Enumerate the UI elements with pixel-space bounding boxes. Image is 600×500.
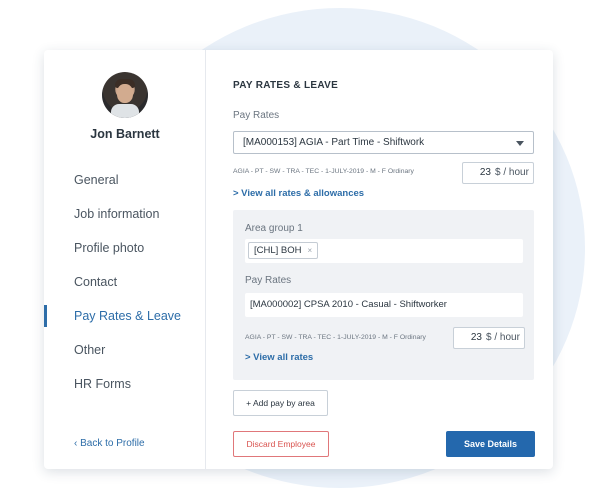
- avatar-shirt: [111, 104, 139, 118]
- area-pay-rates-label: Pay Rates: [245, 275, 292, 286]
- area-tag-input[interactable]: [CHL] BOH ×: [245, 239, 523, 263]
- sidebar-item-pay-rates-leave[interactable]: Pay Rates & Leave: [44, 303, 206, 337]
- sidebar-item-other[interactable]: Other: [44, 337, 206, 371]
- discard-employee-button[interactable]: Discard Employee: [233, 431, 329, 457]
- area-group-panel: Area group 1 [CHL] BOH × Pay Rates [MA000…: [233, 210, 534, 380]
- hourly-rate-field[interactable]: 23 $ / hour: [462, 162, 534, 184]
- area-pay-rate-field[interactable]: [MA000002] CPSA 2010 - Casual - Shiftwor…: [245, 293, 523, 317]
- add-pay-by-area-button[interactable]: + Add pay by area: [233, 390, 328, 416]
- pay-rate-meta: AGIA - PT - SW - TRA - TEC - 1-JULY-2019…: [233, 168, 414, 175]
- employee-card: Jon Barnett General Job information Prof…: [44, 50, 553, 469]
- avatar-face: [117, 84, 133, 103]
- remove-tag-icon[interactable]: ×: [308, 246, 313, 255]
- sidebar: Jon Barnett General Job information Prof…: [44, 50, 206, 469]
- main-content: PAY RATES & LEAVE Pay Rates [MA000153] A…: [206, 50, 553, 469]
- save-details-button[interactable]: Save Details: [446, 431, 535, 457]
- sidebar-item-hr-forms[interactable]: HR Forms: [44, 371, 206, 405]
- sidebar-item-profile-photo[interactable]: Profile photo: [44, 235, 206, 269]
- pay-rates-label: Pay Rates: [233, 110, 280, 121]
- view-all-rates-allowances-link[interactable]: > View all rates & allowances: [233, 188, 364, 199]
- chevron-down-icon: [516, 141, 524, 146]
- area-pay-rate-meta: AGIA - PT - SW - TRA - TEC - 1-JULY-2019…: [245, 334, 426, 341]
- view-all-rates-link[interactable]: > View all rates: [245, 352, 313, 363]
- area-hourly-rate-field[interactable]: 23 $ / hour: [453, 327, 525, 349]
- area-group-label: Area group 1: [245, 223, 303, 234]
- sidebar-nav: General Job information Profile photo Co…: [44, 167, 206, 405]
- sidebar-item-job-information[interactable]: Job information: [44, 201, 206, 235]
- sidebar-item-contact[interactable]: Contact: [44, 269, 206, 303]
- area-tag-label: [CHL] BOH: [254, 245, 302, 256]
- hourly-rate-value: 23: [479, 167, 491, 178]
- avatar: [102, 72, 148, 118]
- area-hourly-rate-unit: $ / hour: [486, 332, 520, 343]
- sidebar-item-general[interactable]: General: [44, 167, 206, 201]
- user-name: Jon Barnett: [90, 127, 160, 141]
- pay-rate-select-value: [MA000153] AGIA - Part Time - Shiftwork: [243, 137, 425, 148]
- area-tag-chip: [CHL] BOH ×: [248, 242, 319, 259]
- area-hourly-rate-value: 23: [470, 332, 482, 343]
- hourly-rate-unit: $ / hour: [495, 167, 529, 178]
- pay-rate-select[interactable]: [MA000153] AGIA - Part Time - Shiftwork: [233, 131, 534, 154]
- back-to-profile-link[interactable]: ‹ Back to Profile: [74, 438, 145, 449]
- section-title: PAY RATES & LEAVE: [233, 80, 339, 91]
